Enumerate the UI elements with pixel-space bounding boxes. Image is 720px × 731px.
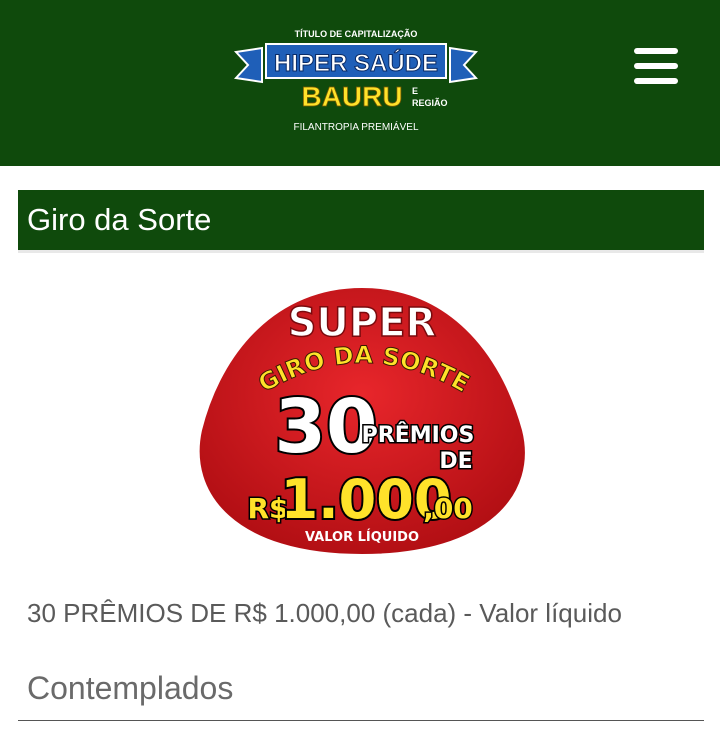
logo-brand-line1: HIPER SAÚDE: [274, 49, 438, 77]
winners-divider: [18, 720, 704, 721]
prize-description: 30 PRÊMIOS DE R$ 1.000,00 (cada) - Valor…: [27, 598, 622, 628]
logo-suffix-top: E: [412, 86, 418, 96]
hamburger-menu-icon[interactable]: [628, 44, 684, 88]
page-title-shadow: [18, 250, 704, 253]
hiper-saude-logo[interactable]: TÍTULO DE CAPITALIZAÇÃO HIPER SAÚDE BAUR…: [232, 26, 480, 138]
site-header: TÍTULO DE CAPITALIZAÇÃO HIPER SAÚDE BAUR…: [0, 0, 720, 166]
logo-top-line: TÍTULO DE CAPITALIZAÇÃO: [295, 29, 418, 39]
badge-note-text: VALOR LÍQUIDO: [305, 529, 419, 545]
super-giro-da-sorte-badge: SUPER GIRO DA SORTE 30 PRÊMIOS DE R$ 1.0…: [190, 280, 534, 562]
badge-super-text: SUPER: [288, 300, 437, 346]
badge-premios-text: PRÊMIOS: [362, 422, 475, 448]
logo-bottom-line: FILANTROPIA PREMIÁVEL: [293, 120, 418, 133]
winners-heading: Contemplados: [27, 670, 234, 706]
page-title: Giro da Sorte: [18, 190, 704, 250]
logo-brand-line2: BAURU: [301, 81, 402, 112]
logo-suffix-bottom: REGIÃO: [412, 98, 448, 108]
badge-cents-text: ,00: [423, 492, 473, 525]
